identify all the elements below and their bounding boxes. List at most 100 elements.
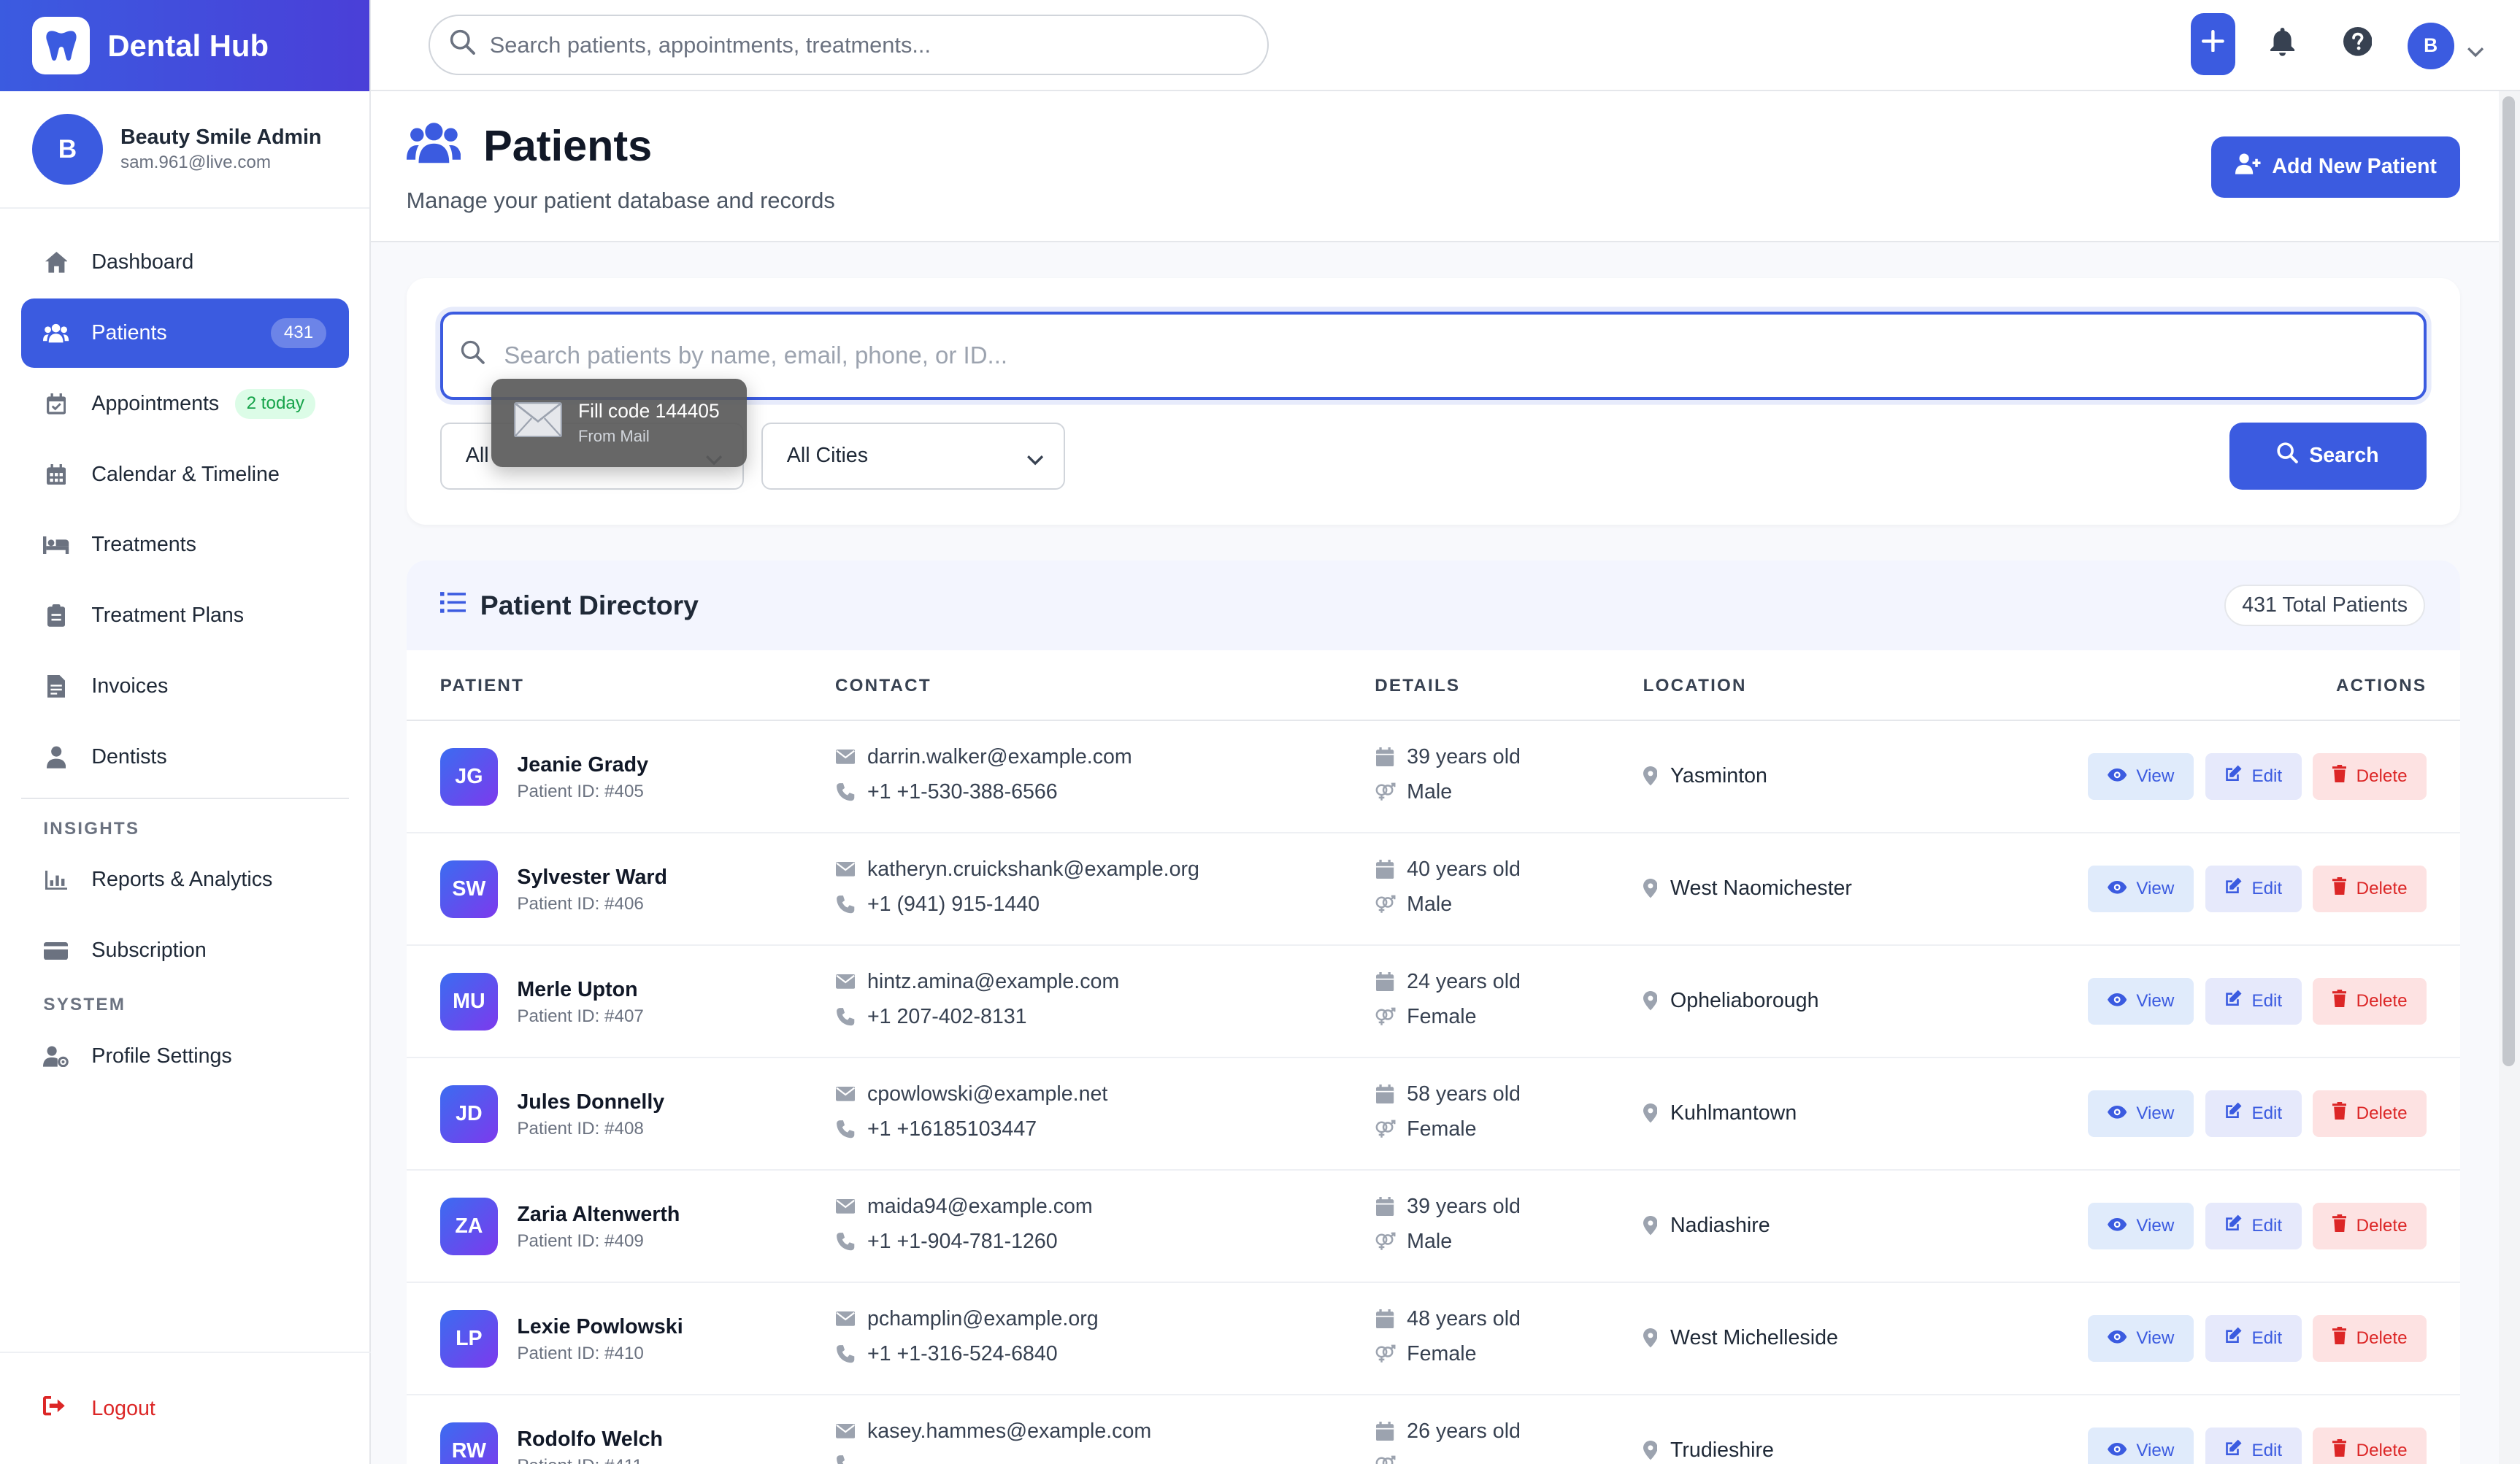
- view-button[interactable]: View: [2087, 1090, 2194, 1137]
- sidebar-item-profile-settings[interactable]: Profile Settings: [21, 1022, 349, 1091]
- view-button[interactable]: View: [2087, 1202, 2194, 1249]
- view-button[interactable]: View: [2087, 865, 2194, 912]
- sidebar-item-reports[interactable]: Reports & Analytics: [21, 846, 349, 915]
- patient-search-input[interactable]: [504, 342, 2351, 370]
- sidebar-item-dashboard[interactable]: Dashboard: [21, 228, 349, 297]
- sidebar-item-patients[interactable]: Patients 431: [20, 298, 349, 368]
- page-scrollbar-thumb[interactable]: [2502, 96, 2516, 1066]
- edit-button[interactable]: Edit: [2205, 865, 2302, 912]
- detail-age: 39 years old: [1375, 745, 1521, 769]
- delete-label: Delete: [2356, 1328, 2408, 1348]
- patient-age: 26 years old: [1407, 1419, 1521, 1443]
- search-button[interactable]: Search: [2229, 422, 2427, 490]
- patient-city: West Naomichester: [1670, 877, 1852, 901]
- credit-card-icon: [43, 938, 69, 963]
- patient-name[interactable]: Zaria Altenwerth: [517, 1203, 680, 1227]
- patient-name[interactable]: Rodolfo Welch: [517, 1428, 663, 1452]
- column-header-location: LOCATION: [1643, 676, 1747, 696]
- patient-name[interactable]: Merle Upton: [517, 978, 637, 1002]
- delete-button[interactable]: Delete: [2312, 1427, 2427, 1464]
- view-label: View: [2136, 990, 2175, 1011]
- contact-phone: +1 207-402-8131: [835, 1005, 1027, 1029]
- gender-select-value: All: [465, 444, 489, 468]
- patient-name[interactable]: Sylvester Ward: [517, 866, 667, 890]
- avatar: B: [32, 114, 103, 185]
- table-row: JD Jules Donnelly Patient ID: #408 cpowl…: [406, 1058, 2461, 1171]
- view-button[interactable]: View: [2087, 977, 2194, 1025]
- dental-chair-icon: [43, 532, 69, 558]
- nav-divider: [20, 798, 349, 800]
- logout-button[interactable]: Logout: [0, 1352, 372, 1464]
- city-select[interactable]: All Cities: [761, 422, 1065, 490]
- sidebar-item-treatments[interactable]: Treatments: [21, 511, 349, 580]
- phone-icon: [835, 1455, 856, 1464]
- sidebar-item-treatment-plans[interactable]: Treatment Plans: [21, 581, 349, 650]
- edit-button[interactable]: Edit: [2205, 1314, 2302, 1362]
- edit-button[interactable]: Edit: [2205, 1202, 2302, 1249]
- user-avatar[interactable]: B: [2407, 22, 2454, 69]
- clipboard-icon: [43, 603, 69, 628]
- user-gear-icon: [43, 1044, 69, 1069]
- delete-button[interactable]: Delete: [2312, 752, 2427, 800]
- sidebar-item-dentists[interactable]: Dentists: [21, 723, 349, 792]
- delete-button[interactable]: Delete: [2312, 1314, 2427, 1362]
- patient-name[interactable]: Jules Donnelly: [517, 1090, 664, 1114]
- sidebar-item-appointments[interactable]: Appointments 2 today: [21, 369, 349, 439]
- edit-button[interactable]: Edit: [2205, 1090, 2302, 1137]
- sidebar-item-subscription[interactable]: Subscription: [21, 916, 349, 985]
- delete-button[interactable]: Delete: [2312, 1202, 2427, 1249]
- edit-button[interactable]: Edit: [2205, 752, 2302, 800]
- view-label: View: [2136, 1328, 2175, 1348]
- add-new-patient-button[interactable]: Add New Patient: [2211, 136, 2461, 198]
- patient-gender: Female: [1407, 1117, 1477, 1141]
- patient-age: 58 years old: [1407, 1082, 1521, 1106]
- map-pin-icon: [1643, 1441, 1658, 1460]
- global-search-input[interactable]: [489, 31, 1229, 58]
- phone-icon: [835, 1344, 856, 1363]
- detail-gender: Female: [1375, 1005, 1477, 1029]
- view-button[interactable]: View: [2087, 752, 2194, 800]
- delete-button[interactable]: Delete: [2312, 1090, 2427, 1137]
- chevron-down-icon[interactable]: [2467, 35, 2484, 64]
- envelope-icon: [835, 974, 856, 990]
- eye-icon: [2107, 1103, 2137, 1124]
- global-search[interactable]: [429, 14, 1269, 76]
- eye-icon: [2107, 991, 2137, 1012]
- calendar-icon: [1375, 1309, 1396, 1329]
- view-button[interactable]: View: [2087, 1314, 2194, 1362]
- edit-label: Edit: [2251, 1328, 2283, 1348]
- contact-email: cpowlowski@example.net: [835, 1082, 1107, 1106]
- edit-icon: [2224, 1439, 2251, 1462]
- edit-label: Edit: [2251, 990, 2283, 1011]
- edit-button[interactable]: Edit: [2205, 977, 2302, 1025]
- table-row: JG Jeanie Grady Patient ID: #405 darrin.…: [406, 721, 2461, 833]
- user-email: sam.961@live.com: [120, 153, 272, 173]
- chart-icon: [43, 867, 69, 893]
- patient-email: kasey.hammes@example.com: [867, 1419, 1152, 1443]
- sidebar-item-calendar[interactable]: Calendar & Timeline: [21, 440, 349, 509]
- patient-gender: Male: [1407, 780, 1453, 804]
- table-row: ZA Zaria Altenwerth Patient ID: #409 mai…: [406, 1171, 2461, 1283]
- patient-id: Patient ID: #407: [517, 1006, 644, 1027]
- topbar: B: [371, 0, 2520, 92]
- patient-name[interactable]: Lexie Powlowski: [517, 1315, 683, 1339]
- sidebar-item-invoices[interactable]: Invoices: [21, 652, 349, 721]
- help-button[interactable]: [2342, 27, 2374, 61]
- contact-phone: +1 +1-530-388-6566: [835, 780, 1058, 804]
- brand-title: Dental Hub: [107, 28, 269, 63]
- delete-button[interactable]: Delete: [2312, 865, 2427, 912]
- brand-header[interactable]: Dental Hub: [0, 0, 370, 92]
- delete-button[interactable]: Delete: [2312, 977, 2427, 1025]
- edit-button[interactable]: Edit: [2205, 1427, 2302, 1464]
- notifications-button[interactable]: [2266, 28, 2298, 61]
- autofill-code-toast[interactable]: Fill code 144405 From Mail: [491, 379, 747, 468]
- quick-add-button[interactable]: [2190, 12, 2236, 76]
- edit-label: Edit: [2251, 766, 2283, 786]
- view-button[interactable]: View: [2087, 1427, 2194, 1464]
- user-card[interactable]: B Beauty Smile Admin sam.961@live.com: [0, 91, 370, 209]
- trash-icon: [2332, 877, 2356, 900]
- trash-icon: [2332, 765, 2356, 787]
- venus-mars-icon: [1375, 1455, 1396, 1464]
- patient-name[interactable]: Jeanie Grady: [517, 753, 648, 777]
- trash-icon: [2332, 1214, 2356, 1237]
